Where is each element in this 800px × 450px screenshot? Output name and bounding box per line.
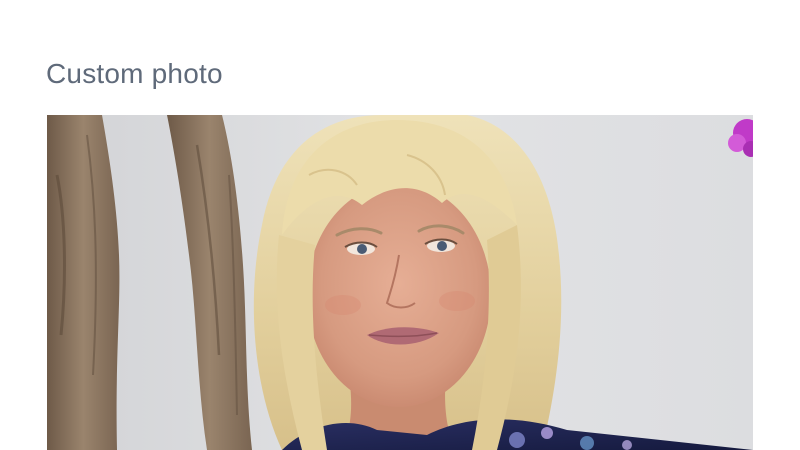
custom-photo-image[interactable] [47,115,753,450]
section-title: Custom photo [46,58,223,89]
custom-photo-panel: Custom photo [0,0,800,450]
tree-trunk-left [47,115,120,450]
portrait-photo-illustration [47,115,753,450]
